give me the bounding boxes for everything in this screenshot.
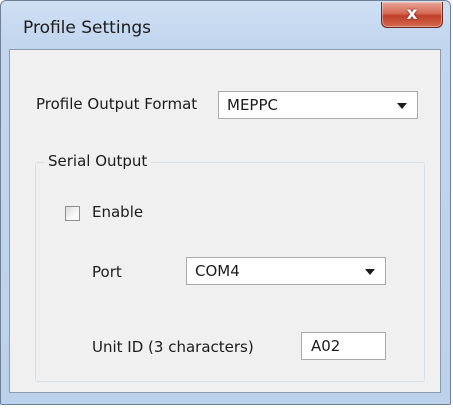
chevron-down-icon (365, 269, 375, 275)
profile-output-format-label: Profile Output Format (36, 95, 198, 113)
port-label: Port (92, 263, 122, 281)
serial-output-group-title: Serial Output (44, 152, 152, 170)
enable-checkbox[interactable] (65, 206, 80, 221)
enable-checkbox-label[interactable]: Enable (92, 203, 143, 221)
port-value: COM4 (195, 262, 240, 280)
chevron-down-icon (397, 103, 407, 109)
serial-output-group: Serial Output Enable Port COM4 Unit ID (… (35, 152, 425, 382)
profile-output-format-dropdown[interactable]: MEPPC (218, 91, 418, 119)
unit-id-value: A02 (311, 337, 341, 355)
close-icon: x (406, 4, 418, 24)
unit-id-input[interactable]: A02 (301, 332, 386, 360)
window-title: Profile Settings (23, 18, 151, 38)
dialog-content: Profile Output Format MEPPC Serial Outpu… (9, 49, 441, 393)
port-dropdown[interactable]: COM4 (186, 257, 386, 285)
dialog-window: Profile Settings x Profile Output Format… (0, 0, 451, 405)
profile-output-format-value: MEPPC (227, 96, 278, 114)
close-button[interactable]: x (381, 2, 443, 28)
unit-id-label: Unit ID (3 characters) (92, 338, 254, 356)
